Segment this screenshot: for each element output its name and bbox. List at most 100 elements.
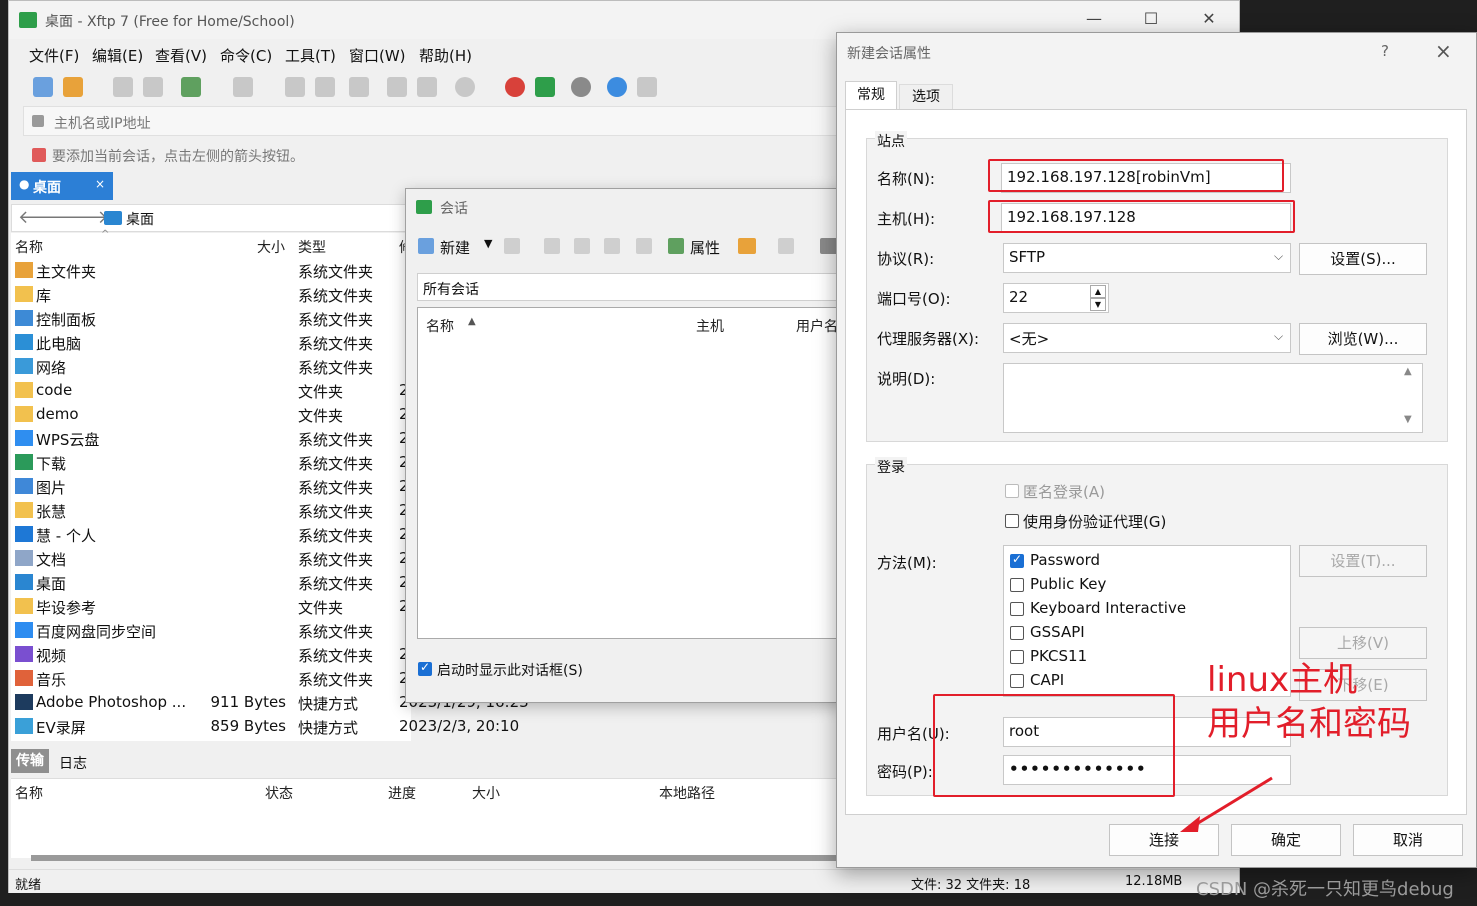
tab-desktop[interactable]: ● 桌面 × (11, 172, 113, 200)
transfer-col-status[interactable]: 状态 (265, 783, 293, 803)
tab-transfer[interactable]: 传输 (11, 749, 49, 773)
close-button[interactable]: ✕ (1194, 9, 1224, 31)
forward-arrow-icon[interactable]: 🡒 (60, 207, 108, 228)
col-size-header[interactable]: 大小 (257, 237, 285, 257)
method-settings-button[interactable]: 设置(T)... (1299, 545, 1427, 577)
cut-icon[interactable] (544, 238, 560, 254)
description-textarea[interactable]: ▲ ▼ (1003, 363, 1423, 433)
file-row[interactable]: 此电脑 系统文件夹 (11, 331, 411, 355)
method-checkbox[interactable] (1010, 674, 1024, 688)
stop-icon[interactable] (387, 77, 407, 97)
file-row[interactable]: 主文件夹 系统文件夹 (11, 259, 411, 283)
method-checkbox[interactable] (1010, 602, 1024, 616)
proxy-select[interactable]: <无> ⌵ (1003, 323, 1291, 353)
file-row[interactable]: demo 文件夹 2 (11, 403, 411, 427)
transfer-col-size[interactable]: 大小 (472, 783, 500, 803)
view-icon[interactable] (233, 77, 253, 97)
tab-general[interactable]: 常规 (845, 81, 897, 109)
disconnect-icon[interactable] (143, 77, 163, 97)
file-row[interactable]: 张慧 系统文件夹 2 (11, 499, 411, 523)
rename-icon[interactable] (636, 238, 652, 254)
minimize-button[interactable]: — (1079, 9, 1109, 31)
file-row[interactable]: 图片 系统文件夹 2 (11, 475, 411, 499)
import-icon[interactable] (778, 238, 794, 254)
xshell-icon[interactable] (505, 77, 525, 97)
method-checkbox[interactable] (1010, 578, 1024, 592)
protocol-settings-button[interactable]: 设置(S)... (1299, 243, 1427, 275)
file-row[interactable]: 网络 系统文件夹 (11, 355, 411, 379)
chat-icon[interactable] (637, 77, 657, 97)
file-row[interactable]: 控制面板 系统文件夹 (11, 307, 411, 331)
file-row[interactable]: 毕设参考 文件夹 2 (11, 595, 411, 619)
show-on-startup-checkbox[interactable] (418, 660, 432, 676)
file-row[interactable]: code 文件夹 2 (11, 379, 411, 403)
paste-icon[interactable] (315, 77, 335, 97)
file-row[interactable]: EV录屏 859 Bytes 快捷方式 2023/2/3, 20:10 (11, 715, 519, 739)
method-item[interactable]: GSSAPI (1010, 623, 1280, 645)
port-spin-down-icon[interactable]: ▼ (1090, 298, 1106, 311)
auth-agent-checkbox[interactable] (1005, 514, 1019, 528)
method-item[interactable]: Keyboard Interactive (1010, 599, 1280, 621)
maximize-button[interactable]: ☐ (1136, 9, 1166, 31)
props-close-button[interactable]: × (1435, 39, 1452, 63)
method-item[interactable]: Password (1010, 551, 1280, 573)
method-checkbox[interactable] (1010, 552, 1024, 568)
scroll-down-icon[interactable]: ▼ (1404, 414, 1412, 425)
file-row[interactable]: WPS云盘 系统文件夹 2 (11, 427, 411, 451)
file-row[interactable]: 库 系统文件夹 (11, 283, 411, 307)
session-col-user[interactable]: 用户名 (796, 316, 838, 336)
port-input[interactable]: 22 ▲ ▼ (1003, 283, 1109, 313)
method-item[interactable]: Public Key (1010, 575, 1280, 597)
tab-log[interactable]: 日志 (59, 753, 87, 773)
protocol-select[interactable]: SFTP ⌵ (1003, 243, 1291, 273)
file-row[interactable]: Adobe Photoshop ...911 Bytes快捷方式2023/1/2… (11, 691, 529, 715)
file-row[interactable]: 视频 系统文件夹 2 (11, 643, 411, 667)
session-col-host[interactable]: 主机 (696, 316, 724, 336)
anonymous-login-checkbox[interactable] (1005, 484, 1019, 498)
tab-options[interactable]: 选项 (899, 84, 953, 109)
file-row[interactable]: 音乐 系统文件夹 2 (11, 667, 411, 691)
menu-window[interactable]: 窗口(W) (349, 45, 406, 66)
host-address-bar[interactable]: 主机名或IP地址 (23, 106, 863, 136)
transfer-col-progress[interactable]: 进度 (388, 783, 416, 803)
method-checkbox[interactable] (1010, 650, 1024, 664)
new-session-icon[interactable] (33, 77, 53, 97)
dropdown-arrow-icon[interactable]: ▼ (484, 237, 492, 250)
file-row[interactable]: 下载 系统文件夹 2 (11, 451, 411, 475)
menu-tools[interactable]: 工具(T) (285, 45, 336, 66)
method-checkbox[interactable] (1010, 626, 1024, 640)
file-row[interactable]: 文档 系统文件夹 2 (11, 547, 411, 571)
session-col-name[interactable]: 名称 (426, 316, 454, 336)
file-row[interactable]: 百度网盘同步空间 系统文件夹 (11, 619, 411, 643)
paste-icon[interactable] (604, 238, 620, 254)
globe-icon[interactable] (455, 77, 475, 97)
menu-help[interactable]: 帮助(H) (419, 45, 472, 66)
xftp-icon[interactable] (535, 77, 555, 97)
col-name-header[interactable]: 名称 (15, 237, 43, 257)
transfer-col-local-path[interactable]: 本地路径 (659, 783, 715, 803)
port-spin-up-icon[interactable]: ▲ (1090, 285, 1106, 298)
transfer-scrollbar[interactable] (31, 855, 839, 861)
new-file-transfer-icon[interactable] (181, 77, 201, 97)
delete-icon[interactable] (504, 238, 520, 254)
menu-view[interactable]: 查看(V) (155, 45, 207, 66)
help-button[interactable]: ? (1381, 42, 1389, 60)
file-row[interactable]: 桌面 系统文件夹 2 (11, 571, 411, 595)
proxy-browse-button[interactable]: 浏览(W)... (1299, 323, 1427, 355)
scroll-up-icon[interactable]: ▲ (1404, 366, 1412, 377)
gear-icon[interactable] (571, 77, 591, 97)
menu-command[interactable]: 命令(C) (220, 45, 272, 66)
folder-icon[interactable] (738, 238, 756, 254)
copy-icon[interactable] (574, 238, 590, 254)
transfer-col-name[interactable]: 名称 (15, 783, 43, 803)
transfer-icon[interactable] (349, 77, 369, 97)
menu-edit[interactable]: 编辑(E) (92, 45, 143, 66)
new-session-button[interactable]: 新建 (440, 237, 470, 258)
properties-button[interactable]: 属性 (690, 237, 720, 258)
cancel-button[interactable]: 取消 (1353, 824, 1463, 856)
tab-close-icon[interactable]: × (95, 177, 105, 191)
menu-file[interactable]: 文件(F) (29, 45, 79, 66)
copy-icon[interactable] (285, 77, 305, 97)
refresh-icon[interactable] (417, 77, 437, 97)
bookmark-arrow-icon[interactable] (32, 148, 46, 162)
